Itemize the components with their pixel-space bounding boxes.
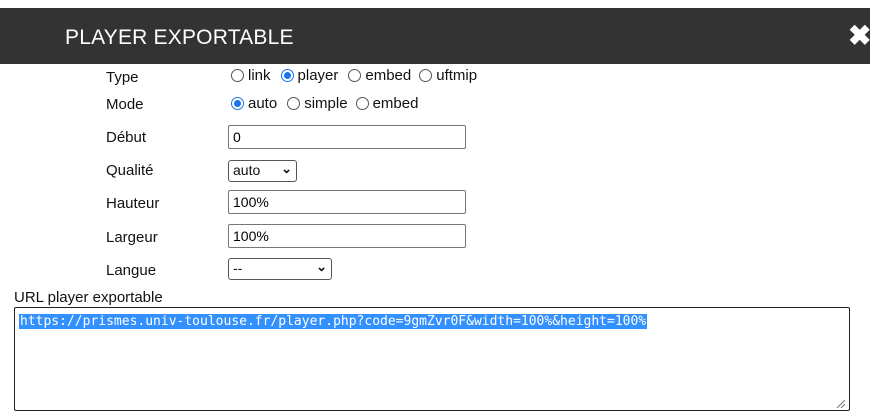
- mode-radio-group: auto simple embed: [231, 95, 430, 112]
- qualite-label: Qualité: [106, 162, 154, 179]
- radio-label: auto: [248, 95, 278, 112]
- langue-selected-value: --: [233, 260, 243, 276]
- qualite-select[interactable]: auto ⌄: [228, 160, 297, 182]
- hauteur-input[interactable]: [228, 190, 466, 214]
- mode-label: Mode: [106, 96, 144, 113]
- radio-button[interactable]: [419, 69, 433, 82]
- langue-label: Langue: [106, 262, 157, 279]
- type-option-player[interactable]: player: [280, 67, 339, 84]
- window-top-strip: [0, 0, 870, 8]
- dialog-titlebar: PLAYER EXPORTABLE ✖: [0, 8, 870, 64]
- chevron-down-icon: ⌄: [281, 161, 292, 176]
- qualite-selected-value: auto: [233, 162, 261, 178]
- mode-option-simple[interactable]: simple: [287, 95, 348, 112]
- dialog-title: PLAYER EXPORTABLE: [65, 26, 294, 49]
- mode-option-embed[interactable]: embed: [355, 95, 419, 112]
- radio-label: embed: [372, 95, 419, 112]
- mode-option-auto[interactable]: auto: [231, 95, 277, 112]
- radio-label: uftmip: [436, 67, 478, 84]
- url-label: URL player exportable: [14, 289, 163, 306]
- radio-button[interactable]: [287, 97, 301, 110]
- radio-button-checked[interactable]: [280, 69, 294, 82]
- debut-input[interactable]: [228, 125, 466, 149]
- url-textarea[interactable]: https://prismes.univ-toulouse.fr/player.…: [14, 307, 850, 411]
- url-selected-text[interactable]: https://prismes.univ-toulouse.fr/player.…: [19, 314, 648, 329]
- langue-select[interactable]: -- ⌄: [228, 258, 332, 280]
- debut-label: Début: [106, 129, 147, 146]
- radio-label: player: [297, 67, 339, 84]
- radio-button-checked[interactable]: [231, 97, 244, 110]
- resize-grip-icon[interactable]: [835, 398, 845, 408]
- radio-button[interactable]: [348, 69, 362, 82]
- largeur-label: Largeur: [106, 229, 158, 246]
- hauteur-label: Hauteur: [106, 195, 160, 212]
- type-option-link[interactable]: link: [231, 67, 271, 84]
- type-option-uftmip[interactable]: uftmip: [419, 67, 477, 84]
- type-radio-group: link player embed uftmip: [231, 67, 489, 84]
- radio-button[interactable]: [231, 69, 244, 82]
- close-icon[interactable]: ✖: [848, 22, 870, 50]
- radio-label: simple: [304, 95, 348, 112]
- type-option-embed[interactable]: embed: [348, 67, 411, 84]
- type-label: Type: [106, 69, 139, 86]
- largeur-input[interactable]: [228, 224, 466, 248]
- radio-label: link: [248, 67, 271, 84]
- chevron-down-icon: ⌄: [316, 259, 327, 274]
- radio-label: embed: [365, 67, 412, 84]
- radio-button[interactable]: [355, 97, 369, 110]
